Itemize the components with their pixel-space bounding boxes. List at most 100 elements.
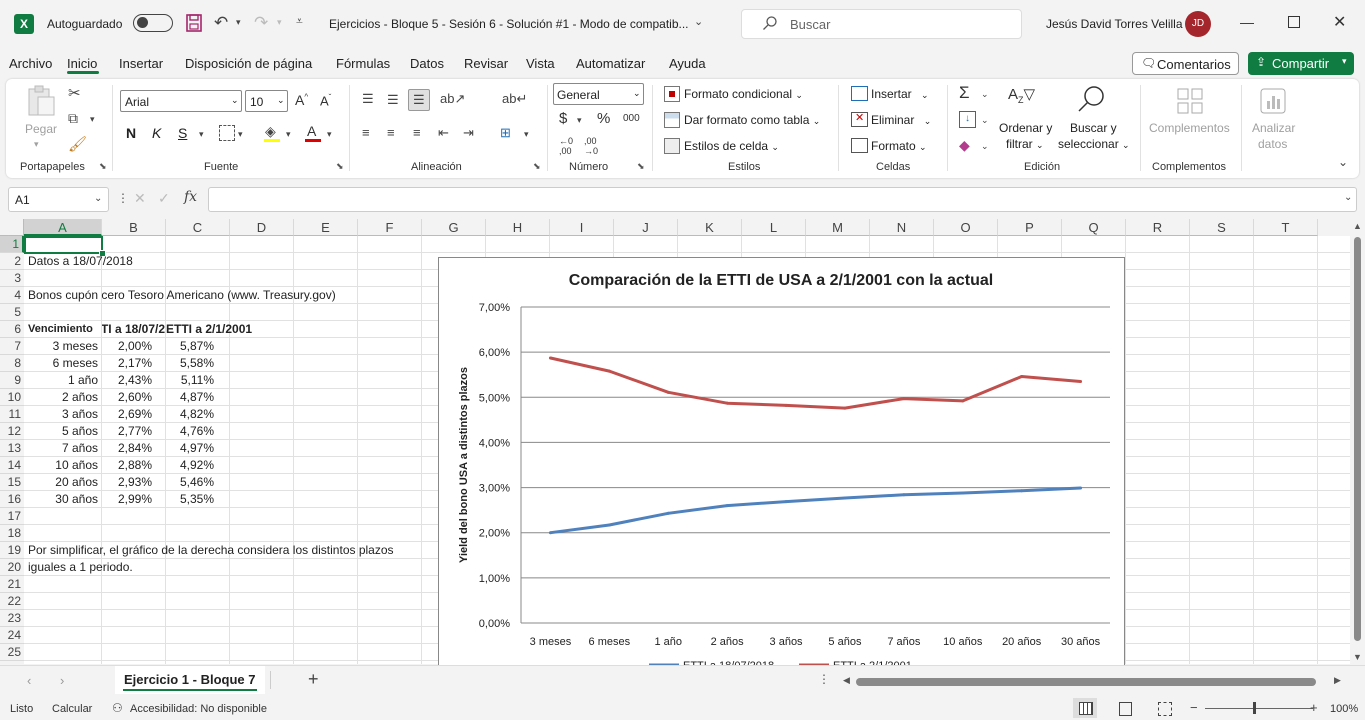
column-header-b[interactable]: B (102, 219, 166, 236)
zoom-slider-thumb[interactable] (1253, 702, 1256, 714)
column-header-p[interactable]: P (998, 219, 1062, 236)
table-cell[interactable]: 6 meses (24, 355, 98, 372)
tab-revisar[interactable]: Revisar (464, 56, 508, 71)
cell-a4[interactable]: Bonos cupón cero Tesoro Americano (www. … (28, 287, 336, 304)
fill-down-icon[interactable]: ↓ (959, 111, 976, 128)
column-header-n[interactable]: N (870, 219, 934, 236)
increase-font-icon[interactable]: A^ (295, 92, 308, 108)
table-cell[interactable]: 4,82% (166, 406, 214, 423)
redo-icon[interactable]: ↷ (254, 13, 268, 33)
font-launcher-icon[interactable]: ⬊ (336, 161, 344, 172)
table-cell[interactable]: 2,17% (102, 355, 152, 372)
row-header-16[interactable]: 16 (0, 491, 24, 508)
number-format-select[interactable]: General ⌄ (553, 83, 644, 105)
vertical-scroll-thumb[interactable] (1354, 237, 1361, 641)
table-cell[interactable]: 5,46% (166, 474, 214, 491)
status-accessibility[interactable]: Accesibilidad: No disponible (130, 703, 267, 715)
scroll-right-icon[interactable]: ▶ (1334, 675, 1341, 686)
table-cell[interactable]: 2,84% (102, 440, 152, 457)
avatar[interactable]: JD (1185, 11, 1211, 37)
header-etti-2018[interactable]: TI a 18/07/2 (102, 321, 165, 338)
row-header-11[interactable]: 11 (0, 406, 24, 423)
more-options-icon[interactable]: ⋮ (117, 191, 129, 205)
align-bottom-button[interactable]: ☰ (408, 89, 430, 111)
row-header-20[interactable]: 20 (0, 559, 24, 576)
table-cell[interactable]: 5,35% (166, 491, 214, 508)
column-header-c[interactable]: C (166, 219, 230, 236)
paste-chevron-icon[interactable]: ▾ (34, 139, 39, 150)
status-calculate[interactable]: Calcular (52, 703, 92, 715)
zoom-slider-track[interactable] (1205, 708, 1313, 709)
row-header-7[interactable]: 7 (0, 338, 24, 355)
row-header-1[interactable]: 1 (0, 236, 24, 253)
decrease-font-icon[interactable]: Aˇ (320, 93, 331, 108)
row-header-26[interactable]: 26 (0, 661, 24, 664)
formula-input[interactable]: ⌄ (208, 187, 1357, 212)
cell-styles-button[interactable]: Estilos de celda ⌄ (684, 139, 779, 153)
page-layout-icon[interactable] (1119, 702, 1132, 716)
next-sheet-icon[interactable]: › (60, 673, 64, 688)
cell-a2[interactable]: Datos a 18/07/2018 (28, 253, 133, 270)
row-header-4[interactable]: 4 (0, 287, 24, 304)
row-header-17[interactable]: 17 (0, 508, 24, 525)
row-header-13[interactable]: 13 (0, 440, 24, 457)
sheet-tab-active[interactable]: Ejercicio 1 - Bloque 7 (115, 666, 265, 694)
bold-button[interactable]: N (126, 125, 136, 141)
select-all-button[interactable] (0, 219, 24, 236)
enter-icon[interactable]: ✓ (158, 190, 170, 207)
row-header-19[interactable]: 19 (0, 542, 24, 559)
scroll-left-icon[interactable]: ◀ (843, 675, 850, 686)
column-header-i[interactable]: I (550, 219, 614, 236)
horizontal-scroll-thumb[interactable] (856, 678, 1316, 686)
fill-color-icon[interactable]: ◈ (265, 123, 276, 140)
align-left-icon[interactable]: ≡ (362, 125, 370, 140)
decrease-indent-icon[interactable]: ⇤ (438, 125, 449, 141)
zoom-in-icon[interactable]: + (1310, 700, 1318, 715)
column-header-e[interactable]: E (294, 219, 358, 236)
align-middle-icon[interactable]: ☰ (387, 92, 399, 108)
vertical-scrollbar[interactable]: ▲ ▼ (1350, 219, 1365, 665)
chevron-down-icon[interactable]: ⌄ (694, 15, 703, 28)
zoom-level[interactable]: 100% (1330, 703, 1358, 715)
row-header-10[interactable]: 10 (0, 389, 24, 406)
table-cell[interactable]: 2,69% (102, 406, 152, 423)
row-header-25[interactable]: 25 (0, 644, 24, 661)
undo-icon[interactable]: ↶ (214, 13, 228, 33)
cell-a19[interactable]: Por simplificar, el gráfico de la derech… (28, 542, 394, 559)
align-top-icon[interactable]: ☰ (362, 91, 374, 107)
scroll-down-icon[interactable]: ▼ (1353, 652, 1362, 662)
share-button[interactable]: ⇪ Compartir ▾ (1248, 52, 1354, 75)
scroll-up-icon[interactable]: ▲ (1353, 221, 1362, 231)
active-cell-a1[interactable] (24, 236, 103, 254)
table-cell[interactable]: 2,99% (102, 491, 152, 508)
align-center-icon[interactable]: ≡ (387, 125, 395, 140)
column-header-t[interactable]: T (1254, 219, 1318, 236)
sort-filter-label-2[interactable]: filtrar ⌄ (1006, 137, 1044, 151)
table-cell[interactable]: 2,93% (102, 474, 152, 491)
table-cell[interactable]: 2,88% (102, 457, 152, 474)
currency-icon[interactable]: $ (559, 110, 567, 127)
zoom-out-icon[interactable]: − (1190, 700, 1198, 715)
merge-chevron-icon[interactable]: ▾ (524, 129, 529, 140)
percent-icon[interactable]: % (597, 110, 610, 127)
autosave-toggle[interactable] (133, 14, 173, 32)
row-header-21[interactable]: 21 (0, 576, 24, 593)
increase-indent-icon[interactable]: ⇥ (463, 125, 474, 141)
table-cell[interactable]: 2,43% (102, 372, 152, 389)
table-cell[interactable]: 4,97% (166, 440, 214, 457)
column-header-m[interactable]: M (806, 219, 870, 236)
clear-icon[interactable]: ◆ (959, 137, 970, 154)
thousands-icon[interactable]: 000 (623, 113, 640, 124)
format-painter-icon[interactable]: 🖌 (68, 135, 87, 153)
font-color-chevron-icon[interactable]: ▾ (327, 129, 332, 140)
orientation-icon[interactable]: ab↗ (440, 91, 465, 107)
alignment-launcher-icon[interactable]: ⬊ (533, 161, 541, 172)
ribbon-collapse-icon[interactable]: ⌄ (1338, 155, 1348, 169)
table-cell[interactable]: 1 año (24, 372, 98, 389)
column-header-s[interactable]: S (1190, 219, 1254, 236)
table-cell[interactable]: 3 meses (24, 338, 98, 355)
addins-icon[interactable] (1176, 87, 1204, 118)
table-cell[interactable]: 4,87% (166, 389, 214, 406)
underline-chevron-icon[interactable]: ▾ (199, 129, 204, 140)
tab-automatizar[interactable]: Automatizar (576, 56, 645, 71)
